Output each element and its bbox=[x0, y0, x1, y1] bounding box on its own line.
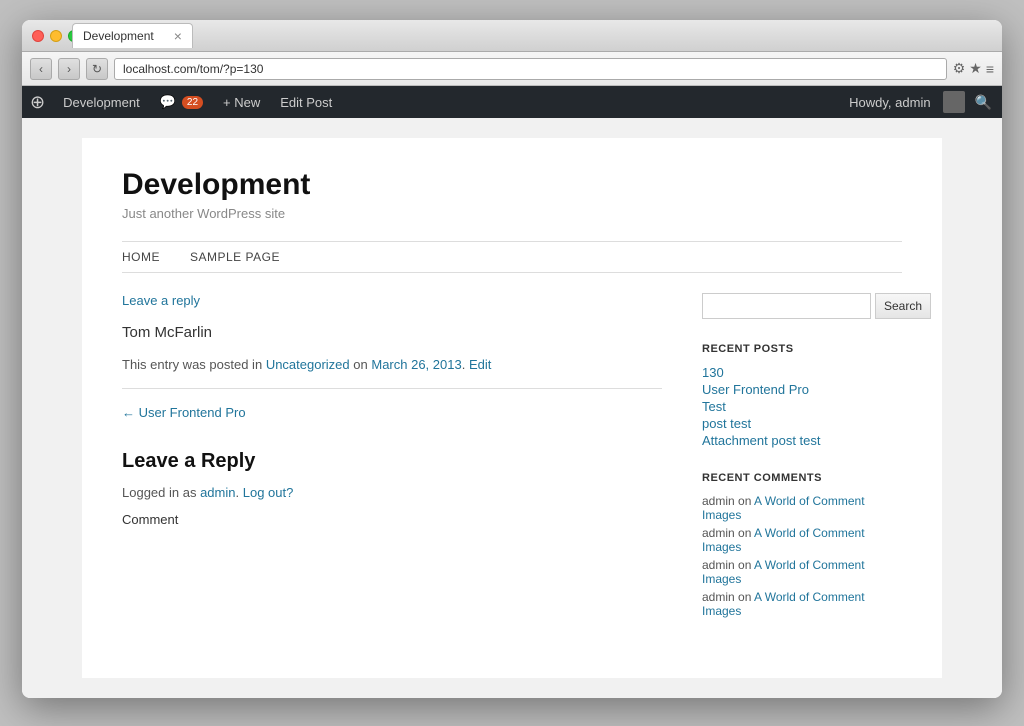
forward-button[interactable]: › bbox=[58, 58, 80, 80]
howdy-text: Howdy, admin bbox=[841, 95, 938, 110]
sidebar-comment-1: admin on A World of Comment Images bbox=[702, 526, 902, 554]
list-item: 130 bbox=[702, 365, 902, 380]
browser-titlebar: Development × bbox=[22, 20, 1002, 52]
recent-post-link-0[interactable]: 130 bbox=[702, 365, 724, 380]
toolbar-icon-2[interactable]: ★ bbox=[969, 60, 982, 77]
admin-bar-edit-post[interactable]: Edit Post bbox=[270, 86, 342, 118]
post-author: Tom McFarlin bbox=[122, 324, 662, 341]
admin-bar-search-icon[interactable]: 🔍 bbox=[965, 94, 1002, 111]
sidebar-search-input[interactable] bbox=[702, 293, 871, 319]
wp-logo-button[interactable]: ⊕ bbox=[22, 86, 53, 118]
list-item: post test bbox=[702, 416, 902, 431]
list-item: Attachment post test bbox=[702, 433, 902, 448]
browser-window: Development × ‹ › ↻ ⚙ ★ ≡ ⊕ Development … bbox=[22, 20, 1002, 698]
admin-bar-right: Howdy, admin 🔍 bbox=[841, 91, 1002, 113]
post-date-link[interactable]: March 26, 2013 bbox=[371, 357, 461, 372]
post-edit-link[interactable]: Edit bbox=[469, 357, 491, 372]
log-out-link[interactable]: Log out? bbox=[243, 485, 294, 500]
list-item: Test bbox=[702, 399, 902, 414]
sidebar-search-button[interactable]: Search bbox=[875, 293, 931, 319]
recent-post-link-4[interactable]: Attachment post test bbox=[702, 433, 821, 448]
content-wrapper: Development Just another WordPress site … bbox=[82, 138, 942, 678]
post-category-link[interactable]: Uncategorized bbox=[266, 357, 350, 372]
leave-reply-heading: Leave a Reply bbox=[122, 450, 662, 473]
wp-logo-icon: ⊕ bbox=[30, 92, 45, 113]
sidebar-comment-3: admin on A World of Comment Images bbox=[702, 590, 902, 618]
recent-post-link-1[interactable]: User Frontend Pro bbox=[702, 382, 809, 397]
comment-icon: 💬 bbox=[160, 94, 176, 110]
toolbar-icon-3[interactable]: ≡ bbox=[986, 61, 994, 77]
recent-posts-title: RECENT POSTS bbox=[702, 343, 902, 355]
avatar bbox=[943, 91, 965, 113]
recent-comments-title: RECENT COMMENTS bbox=[702, 472, 902, 484]
sidebar: Search RECENT POSTS 130 User Frontend Pr… bbox=[702, 293, 902, 622]
tab-close-button[interactable]: × bbox=[174, 28, 182, 44]
recent-post-link-3[interactable]: post test bbox=[702, 416, 751, 431]
comments-count-badge: 22 bbox=[182, 96, 203, 109]
sidebar-search: Search bbox=[702, 293, 902, 319]
post-divider bbox=[122, 388, 662, 389]
site-title: Development bbox=[122, 168, 902, 202]
main-content: Leave a reply Tom McFarlin This entry wa… bbox=[122, 293, 662, 622]
browser-toolbar-icons: ⚙ ★ ≡ bbox=[953, 60, 994, 77]
recent-posts-list: 130 User Frontend Pro Test post test Att… bbox=[702, 365, 902, 448]
recent-post-link-2[interactable]: Test bbox=[702, 399, 726, 414]
nav-home[interactable]: HOME bbox=[122, 250, 160, 264]
browser-tab[interactable]: Development × bbox=[72, 23, 193, 48]
comment-label: Comment bbox=[122, 512, 662, 527]
logged-in-user-link[interactable]: admin bbox=[200, 485, 235, 500]
browser-toolbar: ‹ › ↻ ⚙ ★ ≡ bbox=[22, 52, 1002, 86]
refresh-button[interactable]: ↻ bbox=[86, 58, 108, 80]
page-content: Development Just another WordPress site … bbox=[22, 118, 1002, 698]
minimize-window-button[interactable] bbox=[50, 30, 62, 42]
close-window-button[interactable] bbox=[32, 30, 44, 42]
site-tagline: Just another WordPress site bbox=[122, 206, 902, 221]
site-header: Development Just another WordPress site bbox=[122, 168, 902, 221]
post-meta: This entry was posted in Uncategorized o… bbox=[122, 357, 662, 372]
sidebar-comment-2: admin on A World of Comment Images bbox=[702, 558, 902, 586]
list-item: User Frontend Pro bbox=[702, 382, 902, 397]
admin-bar-site-name[interactable]: Development bbox=[53, 86, 150, 118]
admin-bar-new[interactable]: + New bbox=[213, 86, 270, 118]
prev-post-link[interactable]: ← User Frontend Pro bbox=[122, 405, 662, 420]
site-nav: HOME SAMPLE PAGE bbox=[122, 241, 902, 273]
tab-title: Development bbox=[83, 29, 154, 43]
recent-comments-list: admin on A World of Comment Images admin… bbox=[702, 494, 902, 618]
nav-sample-page[interactable]: SAMPLE PAGE bbox=[190, 250, 280, 264]
leave-reply-link[interactable]: Leave a reply bbox=[122, 293, 662, 308]
admin-bar-comments[interactable]: 💬 22 bbox=[150, 86, 213, 118]
address-bar[interactable] bbox=[114, 58, 947, 80]
main-layout: Leave a reply Tom McFarlin This entry wa… bbox=[122, 293, 902, 622]
sidebar-comment-0: admin on A World of Comment Images bbox=[702, 494, 902, 522]
wp-admin-bar: ⊕ Development 💬 22 + New Edit Post Howdy… bbox=[22, 86, 1002, 118]
toolbar-icon-1[interactable]: ⚙ bbox=[953, 60, 966, 77]
logged-in-text: Logged in as admin. Log out? bbox=[122, 485, 662, 500]
back-button[interactable]: ‹ bbox=[30, 58, 52, 80]
